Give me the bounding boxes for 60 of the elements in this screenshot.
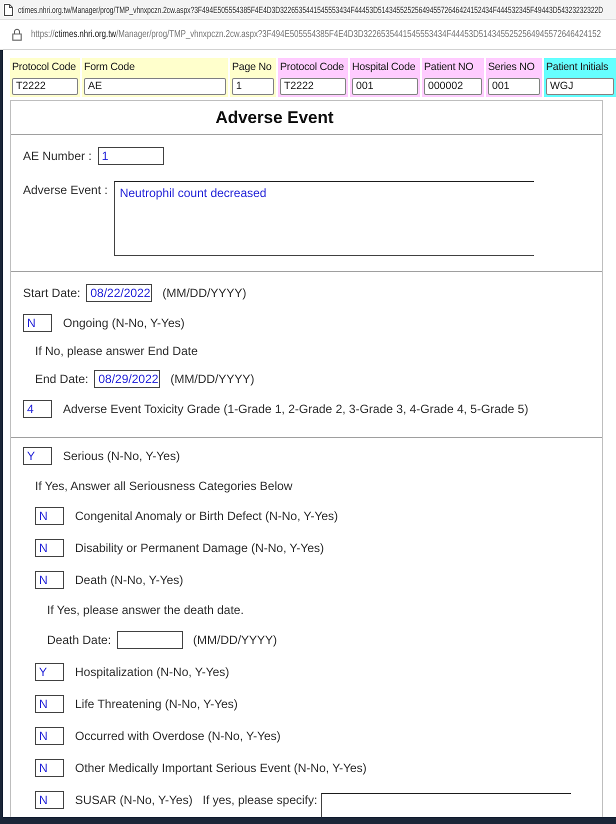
header-label: Protocol Code — [12, 61, 77, 74]
code-field[interactable]: N — [23, 314, 52, 332]
header-label: Series NO — [488, 61, 536, 74]
header-label: Protocol Code — [280, 61, 345, 74]
code-field[interactable]: N — [35, 539, 64, 557]
header-field[interactable]: 001 — [488, 78, 540, 95]
question-label: SUSAR (N-No, Y-Yes) — [75, 792, 193, 809]
code-field[interactable]: N — [35, 571, 64, 589]
field-label: AE Number : — [23, 148, 92, 165]
code-field[interactable]: Y — [23, 447, 52, 465]
format-hint: (MM/DD/YYYY) — [162, 285, 246, 302]
date-field[interactable]: 08/29/2022 — [94, 370, 160, 388]
question-label: Ongoing (N-No, Y-Yes) — [63, 315, 185, 332]
question-label: Life Threatening (N-No, Y-Yes) — [75, 696, 238, 713]
instruction-text: If Yes, please answer the death date. — [47, 603, 245, 617]
window-title: ctimes.nhri.org.tw/Manager/prog/TMP_vhnxpczn.2cw.aspx?3F494E505554385F4E4D3D3226535441545553434F44453D5143455252564945572646424152434F444532345F49443D54323232322D — [18, 4, 604, 14]
page-icon — [4, 4, 13, 16]
specify-label: If yes, please specify: — [202, 792, 318, 809]
header-label: Patient NO — [424, 61, 474, 74]
question-label: Serious (N-No, Y-Yes) — [63, 448, 180, 465]
question-label: Disability or Permanent Damage (N-No, Y-Yes) — [75, 540, 324, 557]
code-field[interactable]: N — [35, 759, 64, 777]
header-field[interactable]: AE — [84, 78, 226, 95]
text-field[interactable]: 1 — [98, 147, 164, 165]
question-label: Hospitalization (N-No, Y-Yes) — [75, 664, 230, 681]
header-label: Patient Initials — [546, 61, 610, 74]
format-hint: (MM/DD/YYYY) — [170, 371, 254, 388]
header-field[interactable]: WGJ — [546, 78, 614, 95]
code-field[interactable]: N — [35, 507, 64, 525]
format-hint: (MM/DD/YYYY) — [193, 632, 278, 649]
header-field[interactable]: T2222 — [280, 78, 346, 95]
header-label: Page No — [232, 61, 272, 74]
question-label: Occurred with Overdose (N-No, Y-Yes) — [75, 728, 281, 745]
code-field[interactable]: 4 — [23, 400, 52, 418]
code-field[interactable]: N — [35, 695, 64, 713]
date-field[interactable]: 08/22/2022 — [86, 284, 152, 302]
header-field[interactable]: 1 — [232, 78, 274, 95]
text-area[interactable]: Neutrophil count decreased — [114, 181, 534, 256]
header-field[interactable]: 000002 — [424, 78, 482, 95]
header-field[interactable]: T2222 — [12, 78, 78, 95]
field-label: End Date: — [35, 371, 88, 388]
question-label: Congenital Anomaly or Birth Defect (N-No, Y-Yes) — [75, 508, 338, 525]
field-label: Adverse Event : — [23, 182, 108, 199]
address-bar[interactable]: https://ctimes.nhri.org.tw/Manager/prog/TMP_vhnxpczn.2cw.aspx?3F494E505554385F4E4D3D3226535441545553434F44453D5143455252564945572646424152 — [12, 24, 616, 46]
code-field[interactable]: Y — [35, 663, 64, 681]
field-label: Start Date: — [23, 285, 80, 302]
question-label: Death (N-No, Y-Yes) — [75, 572, 184, 589]
code-field[interactable]: N — [35, 727, 64, 745]
header-label: Hospital Code — [352, 61, 416, 74]
form-title: Adverse Event — [215, 108, 334, 128]
date-field[interactable] — [117, 631, 184, 649]
question-label: Other Medically Important Serious Event (N-No, Y-Yes) — [75, 760, 367, 777]
question-label: Adverse Event Toxicity Grade (1-Grade 1, 2-Grade 2, 3-Grade 3, 4-Grade 4, 5-Grade 5) — [63, 401, 528, 418]
instruction-text: If Yes, Answer all Seriousness Categories Below — [35, 479, 294, 493]
code-field[interactable]: N — [35, 791, 64, 809]
header-field[interactable]: 001 — [352, 78, 418, 95]
lock-icon — [12, 28, 22, 41]
field-label: Death Date: — [47, 632, 112, 649]
header-label: Form Code — [84, 61, 136, 74]
instruction-text: If No, please answer End Date — [35, 344, 199, 358]
